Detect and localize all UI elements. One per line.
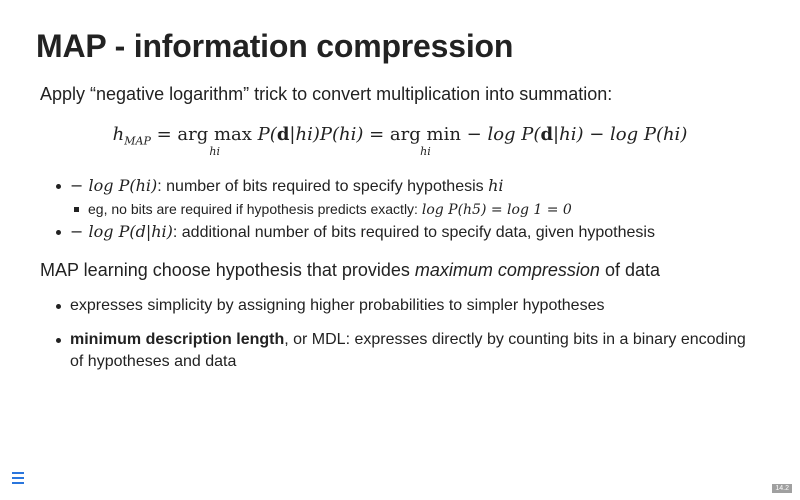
list-item: − log P(d|hi): additional number of bits… (56, 221, 776, 244)
section-text-post: of data (599, 260, 660, 280)
equation-equals-1: = (156, 124, 172, 145)
equation-sub-map: MAP (124, 134, 151, 148)
list-item: − log P(hi): number of bits required to … (56, 175, 776, 198)
bullet-text: expresses simplicity by assigning higher… (70, 297, 605, 314)
map-equation: hMAP = arg max hi P(d|hi)P(hi) = arg min… (0, 124, 800, 158)
bullet-list-compression: expresses simplicity by assigning higher… (56, 295, 756, 385)
list-item: minimum description length, or MDL: expr… (56, 329, 756, 373)
equation-term2-end: |hi) − log P(hi) (553, 124, 688, 145)
bullet-bold-term: minimum description length (70, 331, 285, 348)
bullet-text: : number of bits required to specify hyp… (157, 178, 489, 195)
argmin-label: arg min (389, 124, 461, 145)
equation-data-d: d (276, 124, 290, 145)
equation-term1-end: |hi)P(hi) (289, 124, 364, 145)
argmax-label: arg max (177, 124, 252, 145)
equation-equals-2: = (369, 124, 385, 145)
equation-term1-start: P( (257, 124, 277, 145)
argmin-operator: arg min hi (390, 124, 461, 158)
equation-h: h (112, 124, 125, 145)
slide-number: 14.2 (772, 484, 792, 493)
intro-text: Apply “negative logarithm” trick to conv… (40, 84, 613, 104)
bullet-math: − log P(hi) (70, 176, 158, 195)
section-emphasis: maximum compression (414, 260, 600, 280)
list-item: expresses simplicity by assigning higher… (56, 295, 756, 317)
bullet-math: log P(h5) = log 1 = 0 (421, 202, 572, 218)
bullet-text: eg, no bits are required if hypothesis p… (88, 201, 422, 217)
slide-title: MAP - information compression (36, 28, 514, 64)
argmax-operator: arg max hi (177, 124, 252, 158)
bullet-math-hi: hi (488, 176, 504, 195)
bullet-text: : additional number of bits required to … (172, 224, 655, 241)
bullet-list-log-terms: − log P(hi): number of bits required to … (56, 175, 776, 244)
argmax-subscript: hi (209, 145, 220, 158)
hamburger-menu-icon[interactable] (12, 472, 24, 484)
section-heading: MAP learning choose hypothesis that prov… (40, 260, 660, 281)
bullet-math: − log P(d|hi) (70, 222, 173, 241)
argmin-subscript: hi (420, 145, 431, 158)
equation-term2-start: − log P( (466, 124, 541, 145)
list-item: eg, no bits are required if hypothesis p… (56, 198, 776, 221)
equation-data-d2: d (540, 124, 554, 145)
section-text-pre: MAP learning choose hypothesis that prov… (40, 260, 415, 280)
